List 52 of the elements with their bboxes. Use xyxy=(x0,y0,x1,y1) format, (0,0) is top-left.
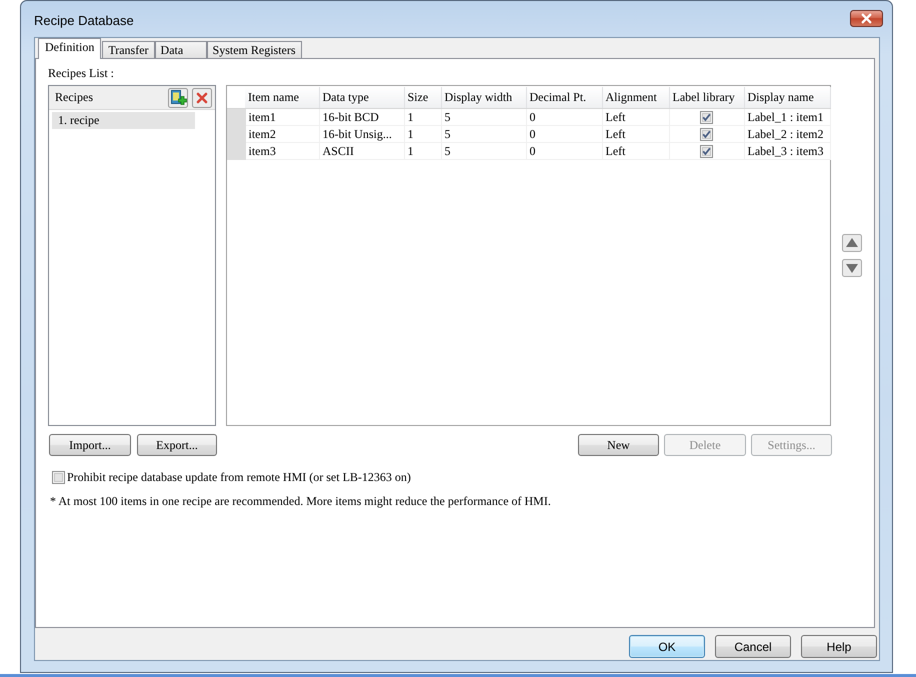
checkbox[interactable] xyxy=(52,470,65,484)
window-title: Recipe Database xyxy=(34,13,134,28)
table-cell: 16-bit Unsig... xyxy=(319,126,404,142)
table-cell: Label_2 : item2 xyxy=(744,126,830,142)
delete-icon[interactable] xyxy=(192,88,212,108)
column-header[interactable]: Decimal Pt. xyxy=(526,87,602,108)
table-cell: 1 xyxy=(404,126,441,142)
table-cell: ASCII xyxy=(319,142,404,160)
column-header[interactable]: Display width xyxy=(441,87,526,108)
table-cell: Label_1 : item1 xyxy=(744,108,830,126)
ok-button[interactable]: OK xyxy=(629,635,705,658)
table-cell: 0 xyxy=(526,108,602,126)
close-icon[interactable] xyxy=(850,10,883,27)
checkbox[interactable] xyxy=(700,110,713,124)
list-header-label: Recipes xyxy=(55,90,94,105)
table-cell: 5 xyxy=(441,142,526,160)
column-header[interactable]: Display name xyxy=(744,87,830,108)
column-header[interactable]: Size xyxy=(404,87,441,108)
column-header[interactable]: Data type xyxy=(319,87,404,108)
table-cell: item1 xyxy=(245,108,319,126)
import-button[interactable]: Import... xyxy=(49,434,131,456)
export-button[interactable]: Export... xyxy=(137,434,217,456)
table-cell: 1 xyxy=(404,108,441,126)
checkbox-label: Prohibit recipe database update from remote HMI (or set LB-12363 on) xyxy=(67,470,411,484)
checkbox[interactable] xyxy=(700,144,713,158)
table-cell: Left xyxy=(602,142,669,160)
table-cell: 5 xyxy=(441,126,526,142)
tab[interactable]: System Registers xyxy=(206,41,302,58)
cancel-button[interactable]: Cancel xyxy=(715,635,791,658)
help-button[interactable]: Help xyxy=(801,635,877,658)
table-cell: 5 xyxy=(441,108,526,126)
table-cell: Left xyxy=(602,108,669,126)
checkbox[interactable] xyxy=(700,128,713,140)
column-header[interactable]: Item name xyxy=(245,87,319,108)
table-cell: item2 xyxy=(245,126,319,142)
table-cell: 1 xyxy=(404,142,441,160)
column-header[interactable]: Alignment xyxy=(602,87,669,108)
new-button[interactable]: New xyxy=(578,434,659,456)
tab[interactable]: Transfer xyxy=(102,41,155,58)
note-text: * At most 100 items in one recipe are recommended. More items might reduce the performance of HMI. xyxy=(49,494,552,508)
tab[interactable]: Definition xyxy=(38,38,102,59)
section-label: Recipes List : xyxy=(48,66,115,80)
table-cell: Left xyxy=(602,126,669,142)
table-cell: Label_3 : item3 xyxy=(744,142,830,160)
table-cell: 0 xyxy=(526,142,602,160)
add-document-icon[interactable] xyxy=(168,88,188,108)
table-cell: item3 xyxy=(245,142,319,160)
list-item[interactable]: 1. recipe xyxy=(52,112,195,129)
tab[interactable]: Data xyxy=(154,41,207,58)
column-header[interactable]: Label library xyxy=(669,87,744,108)
table-cell: 0 xyxy=(526,126,602,142)
table-cell: 16-bit BCD xyxy=(319,108,404,126)
